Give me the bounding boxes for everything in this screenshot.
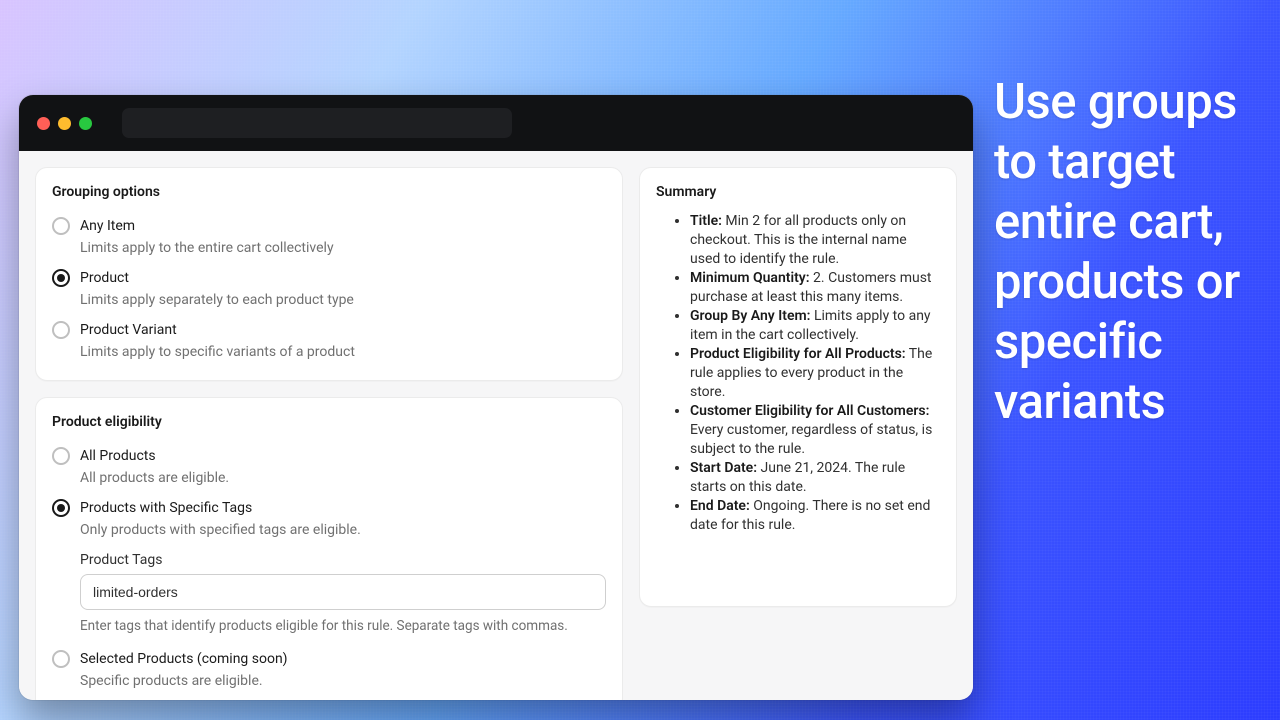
radio-icon <box>52 447 70 465</box>
product-tags-block: Product Tags Enter tags that identify pr… <box>80 552 606 635</box>
page-background: Grouping options Any Item Limits apply t… <box>0 0 1280 720</box>
eligibility-title: Product eligibility <box>52 414 606 430</box>
eligibility-card: Product eligibility All Products All pro… <box>35 397 623 700</box>
eligibility-radio-group: All Products All products are eligible. … <box>52 442 606 695</box>
summary-card: Summary Title: Min 2 for all products on… <box>639 167 957 607</box>
radio-label: Product <box>80 268 606 288</box>
radio-icon <box>52 650 70 668</box>
window-titlebar <box>19 95 973 151</box>
grouping-card: Grouping options Any Item Limits apply t… <box>35 167 623 381</box>
summary-list: Title: Min 2 for all products only on ch… <box>656 212 940 535</box>
page-content: Grouping options Any Item Limits apply t… <box>19 151 973 700</box>
hero-text: Use groups to target entire cart, produc… <box>994 72 1254 432</box>
radio-desc: All products are eligible. <box>80 469 606 488</box>
radio-label: Selected Products (coming soon) <box>80 649 606 669</box>
grouping-title: Grouping options <box>52 184 606 200</box>
browser-window: Grouping options Any Item Limits apply t… <box>19 95 973 700</box>
summary-item: Title: Min 2 for all products only on ch… <box>690 212 940 269</box>
radio-all-products[interactable]: All Products All products are eligible. <box>52 442 606 492</box>
product-tags-help: Enter tags that identify products eligib… <box>80 617 606 635</box>
radio-desc: Limits apply to specific variants of a p… <box>80 343 606 362</box>
radio-icon <box>52 321 70 339</box>
radio-label: Any Item <box>80 216 606 236</box>
url-bar[interactable] <box>122 108 512 138</box>
radio-any-item[interactable]: Any Item Limits apply to the entire cart… <box>52 212 606 262</box>
maximize-icon[interactable] <box>79 117 92 130</box>
product-tags-input[interactable] <box>80 574 606 610</box>
radio-label: All Products <box>80 446 606 466</box>
summary-item: Start Date: June 21, 2024. The rule star… <box>690 459 940 497</box>
radio-icon <box>52 499 70 517</box>
radio-selected-products[interactable]: Selected Products (coming soon) Specific… <box>52 645 606 695</box>
summary-item: Minimum Quantity: 2. Customers must purc… <box>690 269 940 307</box>
summary-item: Group By Any Item: Limits apply to any i… <box>690 307 940 345</box>
minimize-icon[interactable] <box>58 117 71 130</box>
radio-icon <box>52 269 70 287</box>
radio-product-variant[interactable]: Product Variant Limits apply to specific… <box>52 316 606 366</box>
radio-icon <box>52 217 70 235</box>
radio-desc: Specific products are eligible. <box>80 672 606 691</box>
radio-product[interactable]: Product Limits apply separately to each … <box>52 264 606 314</box>
summary-item: Product Eligibility for All Products: Th… <box>690 345 940 402</box>
radio-desc: Limits apply to the entire cart collecti… <box>80 239 606 258</box>
grouping-radio-group: Any Item Limits apply to the entire cart… <box>52 212 606 366</box>
radio-label: Products with Specific Tags <box>80 498 606 518</box>
radio-label: Product Variant <box>80 320 606 340</box>
summary-item: Customer Eligibility for All Customers: … <box>690 402 940 459</box>
right-column: Summary Title: Min 2 for all products on… <box>639 167 957 684</box>
summary-item: End Date: Ongoing. There is no set end d… <box>690 497 940 535</box>
product-tags-label: Product Tags <box>80 552 606 568</box>
left-column: Grouping options Any Item Limits apply t… <box>35 167 623 684</box>
summary-title: Summary <box>656 184 940 200</box>
radio-specific-tags[interactable]: Products with Specific Tags Only product… <box>52 494 606 544</box>
radio-desc: Limits apply separately to each product … <box>80 291 606 310</box>
close-icon[interactable] <box>37 117 50 130</box>
radio-desc: Only products with specified tags are el… <box>80 521 606 540</box>
